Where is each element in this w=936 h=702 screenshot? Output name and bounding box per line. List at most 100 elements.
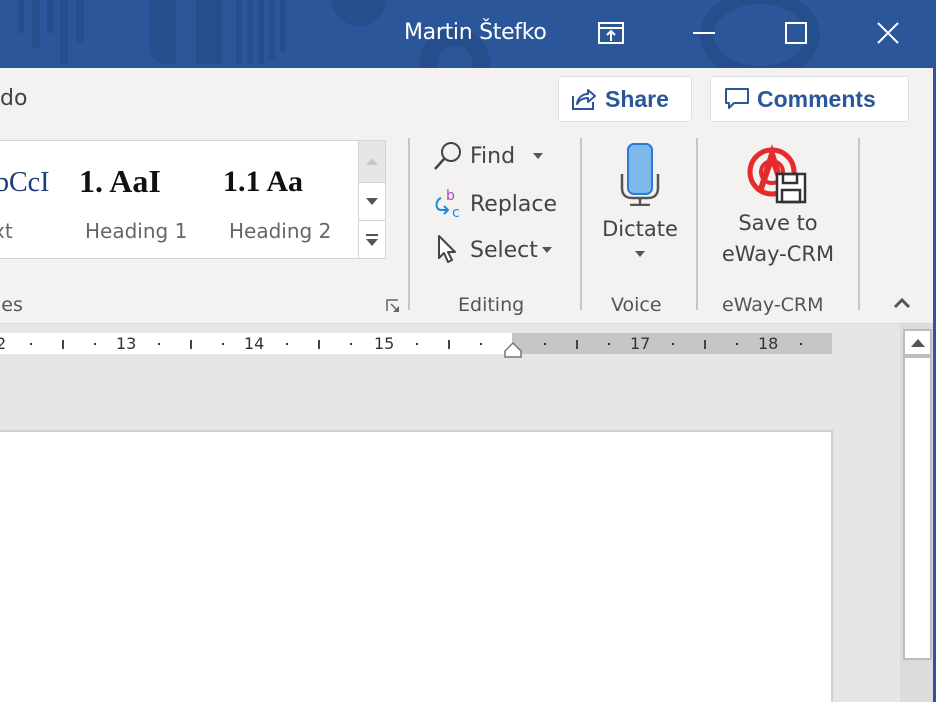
svg-text:c: c (452, 205, 460, 220)
ruler-dot (30, 343, 32, 345)
ruler-dot (608, 343, 610, 345)
share-button[interactable]: Share (558, 76, 692, 122)
find-button[interactable]: Find (432, 140, 544, 172)
styles-group-label: les (0, 294, 23, 316)
find-label: Find (470, 143, 516, 169)
user-name[interactable]: Martin Štefko (404, 20, 547, 45)
styles-gallery-items: bCcI xt 1. AaI Heading 1 1.1 Aa Heading … (0, 141, 349, 258)
ruler-number: 14 (244, 334, 265, 353)
eway-crm-save-icon (747, 144, 807, 204)
style-sample-normal[interactable]: bCcI (0, 167, 49, 199)
save-to-label-line2: eWay-CRM (721, 242, 835, 266)
replace-label: Replace (470, 191, 558, 217)
ruler-tick (448, 340, 450, 349)
ribbon: do Share Comments bCcI xt 1. AaI Heading… (0, 68, 936, 324)
title-decoration (18, 0, 24, 33)
chevron-up-icon (366, 158, 378, 165)
gallery-scroll-up-button[interactable] (358, 141, 385, 183)
ribbon-display-options-button[interactable] (587, 12, 635, 54)
share-label: Share (605, 85, 669, 112)
ruler-dot (94, 343, 96, 345)
maximize-button[interactable] (772, 12, 820, 54)
styles-dialog-launcher[interactable] (386, 298, 400, 317)
group-separator (408, 138, 410, 310)
ribbon-tab-partial[interactable]: do (0, 86, 27, 111)
dictate-label: Dictate (602, 217, 678, 241)
ruler-dot (350, 343, 352, 345)
share-icon (572, 89, 596, 110)
save-to-label-line1: Save to (738, 211, 818, 235)
title-decoration (247, 0, 253, 64)
ruler-dot (416, 343, 418, 345)
title-decoration (60, 0, 68, 64)
title-bar: Martin Štefko (0, 0, 936, 68)
select-button[interactable]: Select (432, 234, 552, 266)
title-decoration (76, 0, 84, 42)
chevron-down-icon (635, 251, 645, 257)
ruler-tick (318, 340, 320, 349)
title-decoration (32, 0, 40, 48)
ribbon-display-options-icon (598, 22, 624, 44)
title-decoration (196, 0, 222, 64)
style-sample-heading-1[interactable]: 1. AaI (79, 163, 161, 200)
ruler-tick (190, 340, 192, 349)
chevron-down-icon (541, 247, 552, 253)
svg-text:b: b (446, 188, 455, 204)
document-page[interactable] (0, 430, 833, 702)
collapse-ribbon-button[interactable] (892, 294, 912, 313)
style-sample-heading-2[interactable]: 1.1 Aa (223, 165, 303, 199)
microphone-icon (620, 143, 660, 206)
title-decoration (269, 0, 275, 60)
comment-icon (725, 88, 749, 109)
search-icon (434, 142, 461, 170)
gallery-scroll-down-button[interactable] (358, 183, 385, 221)
ruler-dot (158, 343, 160, 345)
expand-gallery-icon (366, 233, 378, 246)
ruler-dot (222, 343, 224, 345)
style-caption-heading-1[interactable]: Heading 1 (85, 219, 187, 243)
replace-icon: b c (435, 188, 460, 220)
ruler-dot (286, 343, 288, 345)
scroll-up-button[interactable] (903, 329, 932, 356)
cursor-arrow-icon (438, 235, 456, 263)
ruler-number: 13 (116, 334, 137, 353)
minimize-icon (693, 32, 715, 34)
chevron-down-icon (366, 198, 378, 205)
comments-label: Comments (757, 85, 876, 112)
eway-crm-group-label: eWay-CRM (722, 294, 824, 316)
style-caption-normal[interactable]: xt (0, 219, 13, 243)
title-decoration (47, 0, 54, 33)
gallery-more-button[interactable] (358, 221, 385, 258)
ruler-dot (672, 343, 674, 345)
title-decoration (236, 0, 242, 64)
ruler-dot (736, 343, 738, 345)
scrollbar-thumb[interactable] (903, 356, 932, 660)
editing-group-label: Editing (458, 294, 525, 316)
ruler-dot (544, 343, 546, 345)
ruler-number: 2 (0, 334, 7, 353)
voice-group-label: Voice (611, 294, 662, 316)
ruler-number: 17 (630, 334, 651, 353)
maximize-icon (785, 22, 807, 44)
close-icon (877, 22, 899, 44)
comments-button[interactable]: Comments (710, 76, 909, 122)
style-caption-heading-2[interactable]: Heading 2 (229, 219, 331, 243)
group-separator (580, 138, 582, 310)
title-decoration (280, 0, 286, 52)
right-indent-marker[interactable] (503, 341, 523, 362)
title-decoration (258, 0, 264, 64)
dictate-button[interactable]: Dictate (598, 140, 682, 257)
replace-button[interactable]: b c Replace (432, 188, 557, 220)
dialog-launcher-icon (386, 299, 399, 312)
indent-marker-icon (504, 341, 522, 358)
ruler-tick (704, 340, 706, 349)
minimize-button[interactable] (680, 12, 728, 54)
save-to-eway-crm-button[interactable]: Save to eWay-CRM (712, 140, 844, 270)
ruler-tick (62, 340, 64, 349)
ruler-dot (480, 343, 482, 345)
close-button[interactable] (864, 12, 912, 54)
ruler-dot (800, 343, 802, 345)
select-label: Select (470, 237, 538, 263)
ruler-number: 15 (374, 334, 395, 353)
styles-gallery: bCcI xt 1. AaI Heading 1 1.1 Aa Heading … (0, 140, 386, 259)
